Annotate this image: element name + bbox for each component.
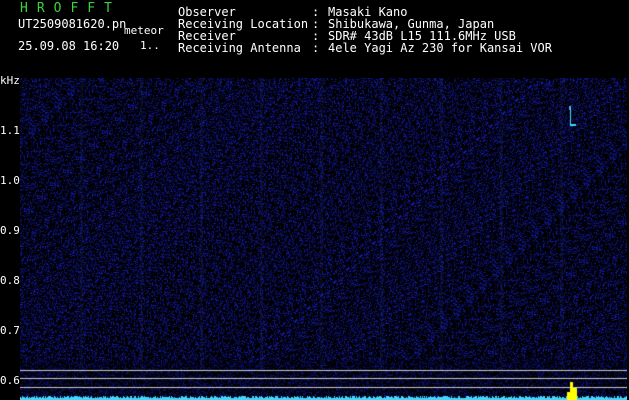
hrofft-window: HROFFT UT2509081620.pn meteor 25.09.08 1…	[0, 0, 629, 400]
antenna-colon: :	[312, 41, 320, 55]
y-tick-label: 0.7	[0, 324, 20, 337]
y-tick-label: 0.6	[0, 374, 20, 387]
antenna-label: Receiving Antenna	[178, 41, 301, 55]
y-tick-label: 1.0	[0, 174, 20, 187]
axis-unit-label: kHz	[0, 74, 20, 87]
y-tick-label: 1.1	[0, 124, 20, 137]
date-time-suffix: 1..	[140, 39, 160, 52]
file-name: UT2509081620.pn	[18, 17, 127, 31]
spectrogram-plot	[20, 78, 627, 400]
y-tick-label: 0.8	[0, 274, 20, 287]
antenna-value: 4ele Yagi Az 230 for Kansai VOR	[328, 41, 552, 55]
file-suffix: meteor	[124, 24, 164, 37]
app-brand: HROFFT	[20, 1, 121, 16]
y-tick-label: 0.9	[0, 224, 20, 237]
date-time: 25.09.08 16:20	[18, 39, 120, 53]
